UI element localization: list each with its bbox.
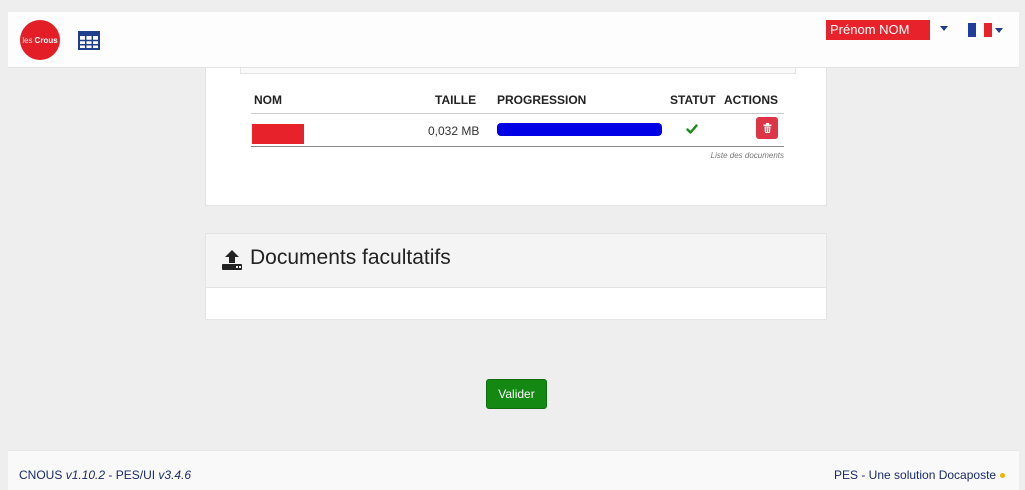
validate-button[interactable]: Valider [486,379,547,409]
french-flag-icon [968,23,992,37]
col-header-nom: NOM [254,93,282,107]
table-caption: Liste des documents [710,151,784,160]
trash-icon [763,123,771,133]
delete-document-button[interactable] [756,117,778,139]
col-header-actions: ACTIONS [724,93,778,107]
col-header-progression: PROGRESSION [497,93,587,107]
col-header-taille: TAILLE [435,93,477,107]
table-bottom-divider [251,146,784,147]
check-icon [686,124,698,134]
footer: CNOUS v1.10.2 - PES/UI v3.4.6 PES - Une … [8,450,1019,490]
caret-down-icon[interactable] [940,26,948,31]
table-header-divider [251,113,784,114]
documents-card: NOM TAILLE PROGRESSION STATUT ACTIONS 0,… [205,68,827,206]
user-menu[interactable]: Prénom NOM [826,20,930,40]
card-inner-panel [240,68,796,74]
footer-ui-version: v3.4.6 [158,468,192,482]
logo-text-bold: Crous [34,35,58,45]
footer-credit-text[interactable]: PES - Une solution Docaposte [834,468,996,482]
language-caret-icon [995,28,1003,33]
status-dot-icon [1000,473,1006,479]
language-selector[interactable] [968,22,1003,38]
footer-version-info: CNOUS v1.10.2 - PES/UI v3.4.6 [19,468,191,482]
logo-text-thin: les [22,35,33,45]
optional-documents-header: Documents facultatifs [206,234,826,288]
optional-documents-title: Documents facultatifs [250,246,451,269]
table-grid-icon[interactable] [78,31,100,50]
document-size: 0,032 MB [428,124,480,138]
col-header-statut: STATUT [670,93,716,107]
document-name-redacted[interactable] [252,124,304,144]
footer-app-version: v1.10.2 [65,468,106,482]
footer-credit: PES - Une solution Docaposte [834,468,1006,482]
footer-app-name: CNOUS [19,468,63,482]
optional-documents-card: Documents facultatifs [205,233,827,320]
footer-separator: - PES/UI [105,468,159,482]
upload-progress-bar [497,123,662,136]
crous-logo[interactable]: les Crous [20,20,60,60]
upload-icon [222,250,242,270]
